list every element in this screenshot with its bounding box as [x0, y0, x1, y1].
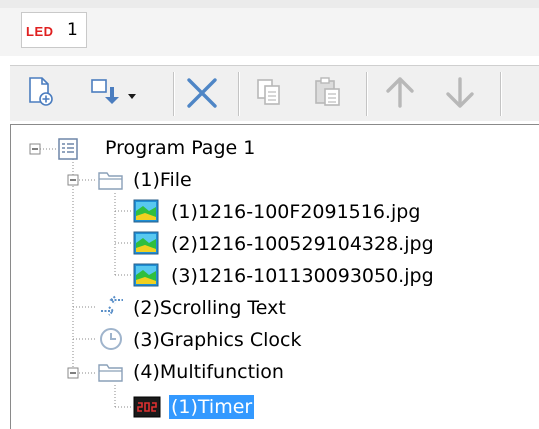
program-page-icon: [57, 137, 81, 165]
move-up-button[interactable]: [380, 72, 420, 112]
folder-icon: [97, 168, 125, 196]
tree-node-program-page[interactable]: Program Page 1: [105, 136, 255, 160]
timer-icon: [133, 395, 161, 423]
folder-icon: [97, 360, 125, 388]
copy-icon: [257, 79, 280, 105]
tree-node-multifunction[interactable]: (4)Multifunction: [133, 360, 284, 384]
image-file-icon: [133, 263, 159, 291]
paste-icon: [315, 77, 340, 106]
add-item-dropdown-button[interactable]: [86, 72, 146, 112]
toolbar-separator: [173, 72, 175, 116]
tree-node-image-1[interactable]: (1)1216-100F2091516.jpg: [171, 200, 420, 224]
scrolling-text-icon: [97, 295, 127, 323]
toolbar-separator: [238, 72, 240, 116]
tree-node-timer[interactable]: (1)Timer: [169, 395, 255, 419]
image-file-icon: [133, 199, 159, 227]
move-up-icon: [386, 77, 414, 108]
tree-node-file[interactable]: (1)File: [133, 168, 192, 192]
tree-node-graphics-clock[interactable]: (3)Graphics Clock: [133, 328, 301, 352]
screen-tab-bar: LED 1: [0, 0, 539, 56]
tab-bar-shade: [0, 0, 539, 8]
delete-icon: [187, 78, 217, 108]
delete-button[interactable]: [183, 72, 223, 112]
tree-node-image-2[interactable]: (2)1216-100529104328.jpg: [171, 232, 434, 256]
led-badge: LED: [26, 24, 54, 39]
app-window: LED 1 Program Page 1 (1)File (1)1216-100…: [0, 0, 539, 429]
tree-node-scrolling-text[interactable]: (2)Scrolling Text: [133, 296, 286, 320]
new-page-icon: [29, 77, 53, 106]
tab-led-1[interactable]: LED 1: [21, 12, 87, 48]
program-tree[interactable]: Program Page 1 (1)File (1)1216-100F20915…: [10, 124, 539, 429]
tree-node-image-3[interactable]: (3)1216-101130093050.jpg: [171, 264, 434, 288]
toolbar-separator: [500, 72, 502, 116]
clock-icon: [97, 327, 125, 355]
move-down-icon: [446, 77, 474, 108]
copy-button[interactable]: [252, 72, 292, 112]
paste-button[interactable]: [310, 72, 350, 112]
image-file-icon: [133, 231, 159, 259]
tree-toolbar: [10, 65, 539, 121]
led-tab-number: 1: [67, 20, 78, 40]
toolbar-separator: [366, 72, 368, 116]
new-page-button[interactable]: [22, 72, 62, 112]
add-item-dropdown-icon: [91, 79, 136, 104]
move-down-button[interactable]: [440, 72, 480, 112]
